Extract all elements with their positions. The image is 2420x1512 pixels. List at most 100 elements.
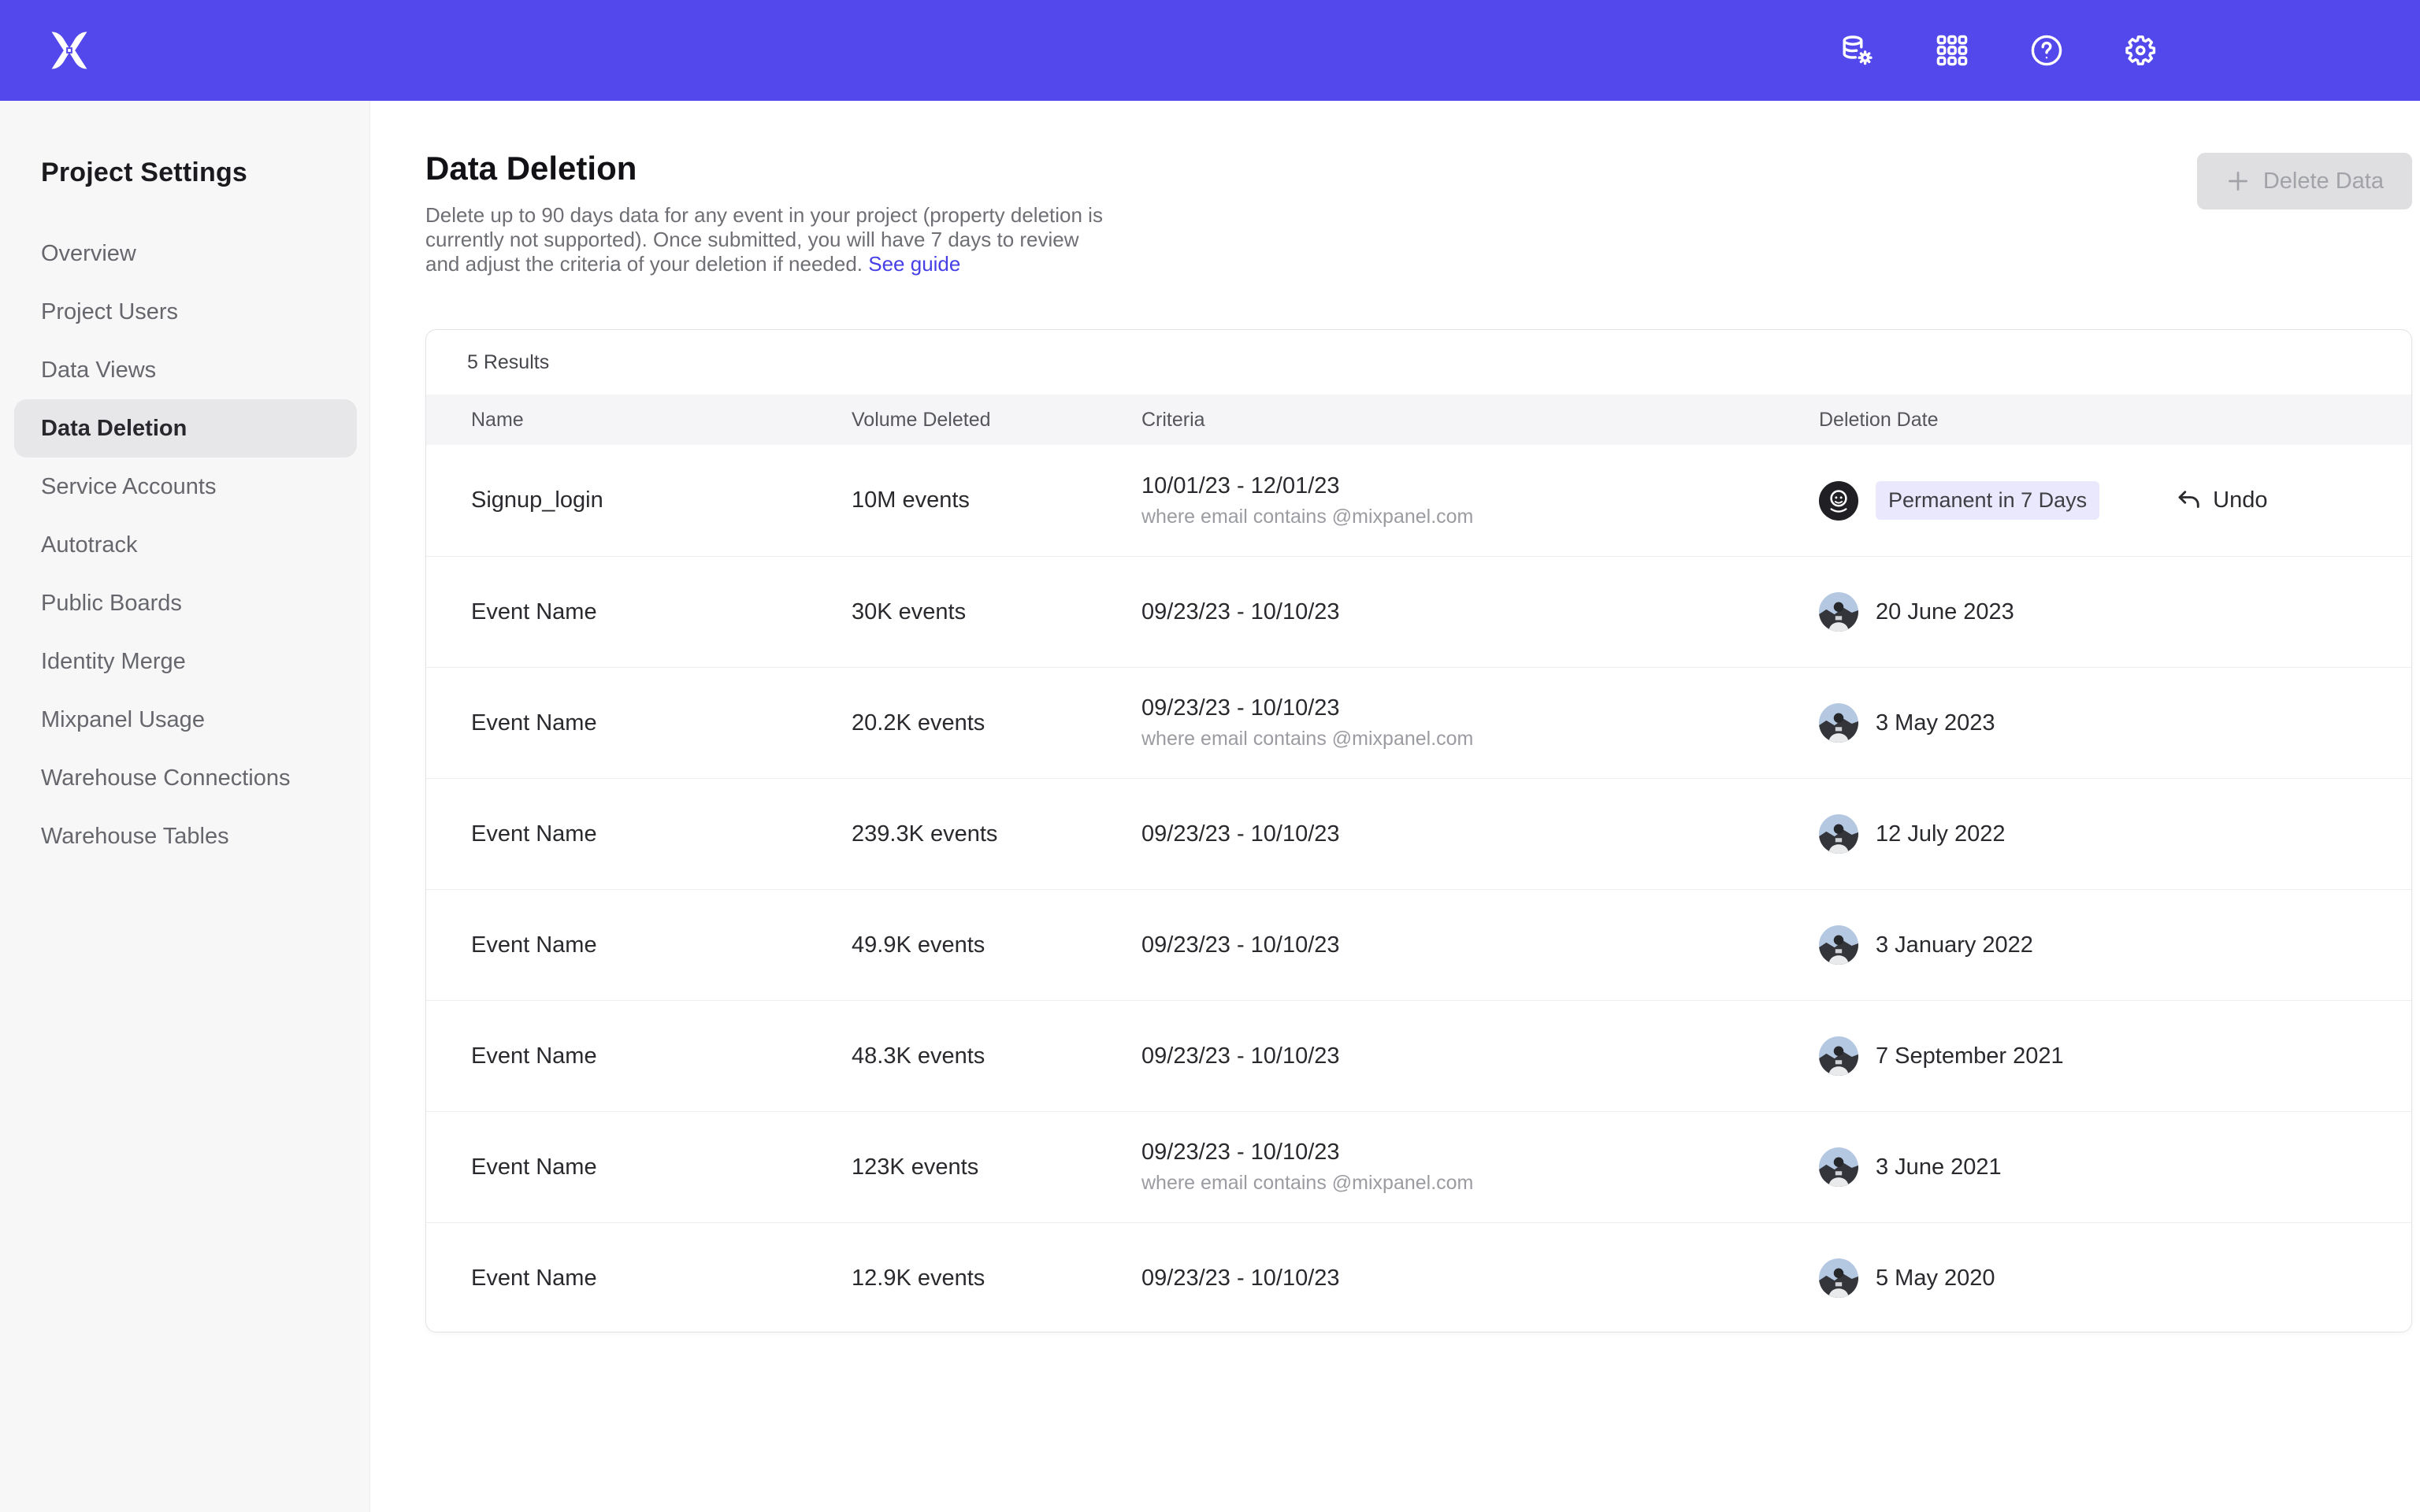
row-criteria-range: 09/23/23 - 10/10/23 [1141, 1266, 1819, 1292]
table-row: Event Name 20.2K events 09/23/23 - 10/10… [426, 667, 2411, 778]
deletion-date-text: 12 July 2022 [1876, 821, 2005, 847]
row-criteria-range: 10/01/23 - 12/01/23 [1141, 473, 1819, 499]
sidebar-item-service-accounts[interactable]: Service Accounts [14, 458, 357, 516]
column-header-name: Name [471, 409, 852, 432]
table-body: Signup_login 10M events 10/01/23 - 12/01… [426, 445, 2411, 1332]
sidebar-item-data-deletion[interactable]: Data Deletion [14, 399, 357, 458]
row-volume: 49.9K events [852, 932, 1141, 958]
column-header-criteria: Criteria [1141, 409, 1819, 432]
table-row: Signup_login 10M events 10/01/23 - 12/01… [426, 445, 2411, 556]
column-header-deletion-date: Deletion Date [1819, 409, 2380, 432]
row-deletion-date: 3 June 2021 [1819, 1147, 2380, 1187]
row-criteria: 09/23/23 - 10/10/23 [1141, 1043, 1819, 1069]
sidebar-item-label: Overview [41, 241, 136, 267]
person-photo-avatar [1819, 814, 1858, 854]
undo-icon [2175, 487, 2203, 515]
sidebar-nav: Overview Project Users Data Views Data D… [0, 224, 369, 865]
person-photo-avatar [1819, 1036, 1858, 1076]
plus-icon [2225, 169, 2251, 194]
sidebar-item-warehouse-connections[interactable]: Warehouse Connections [14, 749, 357, 807]
row-deletion-date: 5 May 2020 [1819, 1258, 2380, 1298]
person-photo-avatar [1819, 703, 1858, 743]
deletion-date-text: 3 January 2022 [1876, 932, 2033, 958]
person-photo-avatar [1819, 1147, 1858, 1187]
row-volume: 239.3K events [852, 821, 1141, 847]
nav-icon-group [1839, 32, 2160, 69]
sidebar-item-project-users[interactable]: Project Users [14, 283, 357, 341]
settings-gear-icon[interactable] [2122, 32, 2160, 69]
table-row: Event Name 123K events 09/23/23 - 10/10/… [426, 1111, 2411, 1222]
main-content: Data Deletion Delete up to 90 days data … [370, 101, 2420, 1512]
page-description-text: Delete up to 90 days data for any event … [425, 203, 1103, 276]
row-name: Event Name [471, 599, 852, 625]
row-criteria: 09/23/23 - 10/10/23 where email contains… [1141, 1140, 1819, 1195]
sidebar-title: Project Settings [41, 158, 369, 188]
row-criteria-range: 09/23/23 - 10/10/23 [1141, 599, 1819, 625]
row-criteria: 09/23/23 - 10/10/23 [1141, 1266, 1819, 1292]
person-photo-avatar [1819, 592, 1858, 632]
data-management-icon[interactable] [1839, 32, 1876, 69]
table-header: Name Volume Deleted Criteria Deletion Da… [426, 395, 2411, 445]
sidebar-item-label: Autotrack [41, 532, 138, 558]
column-header-volume: Volume Deleted [852, 409, 1141, 432]
row-volume: 20.2K events [852, 710, 1141, 736]
deletion-date-text: 20 June 2023 [1876, 599, 2014, 625]
row-volume: 123K events [852, 1154, 1141, 1180]
page-description: Delete up to 90 days data for any event … [425, 203, 1119, 276]
row-deletion-date: 3 May 2023 [1819, 703, 2380, 743]
row-volume: 48.3K events [852, 1043, 1141, 1069]
sidebar: Project Settings Overview Project Users … [0, 101, 370, 1512]
see-guide-link[interactable]: See guide [868, 252, 960, 276]
sidebar-item-label: Service Accounts [41, 474, 216, 500]
sidebar-item-data-views[interactable]: Data Views [14, 341, 357, 399]
mixpanel-logo[interactable] [44, 25, 95, 76]
table-row: Event Name 49.9K events 09/23/23 - 10/10… [426, 889, 2411, 1000]
sidebar-item-warehouse-tables[interactable]: Warehouse Tables [14, 807, 357, 865]
dark-illustration-avatar [1819, 481, 1858, 521]
row-criteria-range: 09/23/23 - 10/10/23 [1141, 695, 1819, 721]
row-criteria: 10/01/23 - 12/01/23 where email contains… [1141, 473, 1819, 528]
sidebar-item-label: Warehouse Tables [41, 824, 229, 850]
sidebar-item-public-boards[interactable]: Public Boards [14, 574, 357, 632]
row-name: Event Name [471, 932, 852, 958]
row-criteria-filter: where email contains @mixpanel.com [1141, 728, 1819, 750]
undo-button[interactable]: Undo [2175, 487, 2267, 515]
row-name: Event Name [471, 1266, 852, 1292]
sidebar-item-autotrack[interactable]: Autotrack [14, 516, 357, 574]
table-row: Event Name 239.3K events 09/23/23 - 10/1… [426, 778, 2411, 889]
delete-data-button[interactable]: Delete Data [2197, 153, 2412, 209]
help-icon[interactable] [2028, 32, 2066, 69]
sidebar-item-label: Mixpanel Usage [41, 707, 205, 733]
row-deletion-date: 3 January 2022 [1819, 925, 2380, 965]
delete-data-button-label: Delete Data [2263, 169, 2384, 195]
row-name: Event Name [471, 821, 852, 847]
page-title: Data Deletion [425, 150, 637, 187]
sidebar-item-mixpanel-usage[interactable]: Mixpanel Usage [14, 691, 357, 749]
row-criteria-filter: where email contains @mixpanel.com [1141, 1172, 1819, 1195]
sidebar-item-overview[interactable]: Overview [14, 224, 357, 283]
row-deletion-date: 20 June 2023 [1819, 592, 2380, 632]
row-criteria-range: 09/23/23 - 10/10/23 [1141, 932, 1819, 958]
deletion-date-text: 3 June 2021 [1876, 1154, 2002, 1180]
top-nav [0, 0, 2420, 101]
row-deletion-date: Permanent in 7 Days Undo [1819, 481, 2380, 521]
table-row: Event Name 48.3K events 09/23/23 - 10/10… [426, 1000, 2411, 1111]
sidebar-item-identity-merge[interactable]: Identity Merge [14, 632, 357, 691]
deletion-date-text: 7 September 2021 [1876, 1043, 2064, 1069]
sidebar-item-label: Public Boards [41, 591, 182, 617]
row-name: Event Name [471, 710, 852, 736]
undo-button-label: Undo [2213, 487, 2267, 513]
deletion-table-card: 5 Results Name Volume Deleted Criteria D… [425, 329, 2412, 1332]
row-criteria: 09/23/23 - 10/10/23 where email contains… [1141, 695, 1819, 750]
row-name: Signup_login [471, 487, 852, 513]
sidebar-item-label: Data Views [41, 358, 156, 384]
person-photo-avatar [1819, 1258, 1858, 1298]
row-deletion-date: 7 September 2021 [1819, 1036, 2380, 1076]
sidebar-item-label: Warehouse Connections [41, 765, 291, 791]
row-name: Event Name [471, 1043, 852, 1069]
table-row: Event Name 30K events 09/23/23 - 10/10/2… [426, 556, 2411, 667]
status-badge: Permanent in 7 Days [1876, 481, 2099, 520]
row-volume: 10M events [852, 487, 1141, 513]
sidebar-item-label: Project Users [41, 299, 178, 325]
apps-grid-icon[interactable] [1933, 32, 1971, 69]
